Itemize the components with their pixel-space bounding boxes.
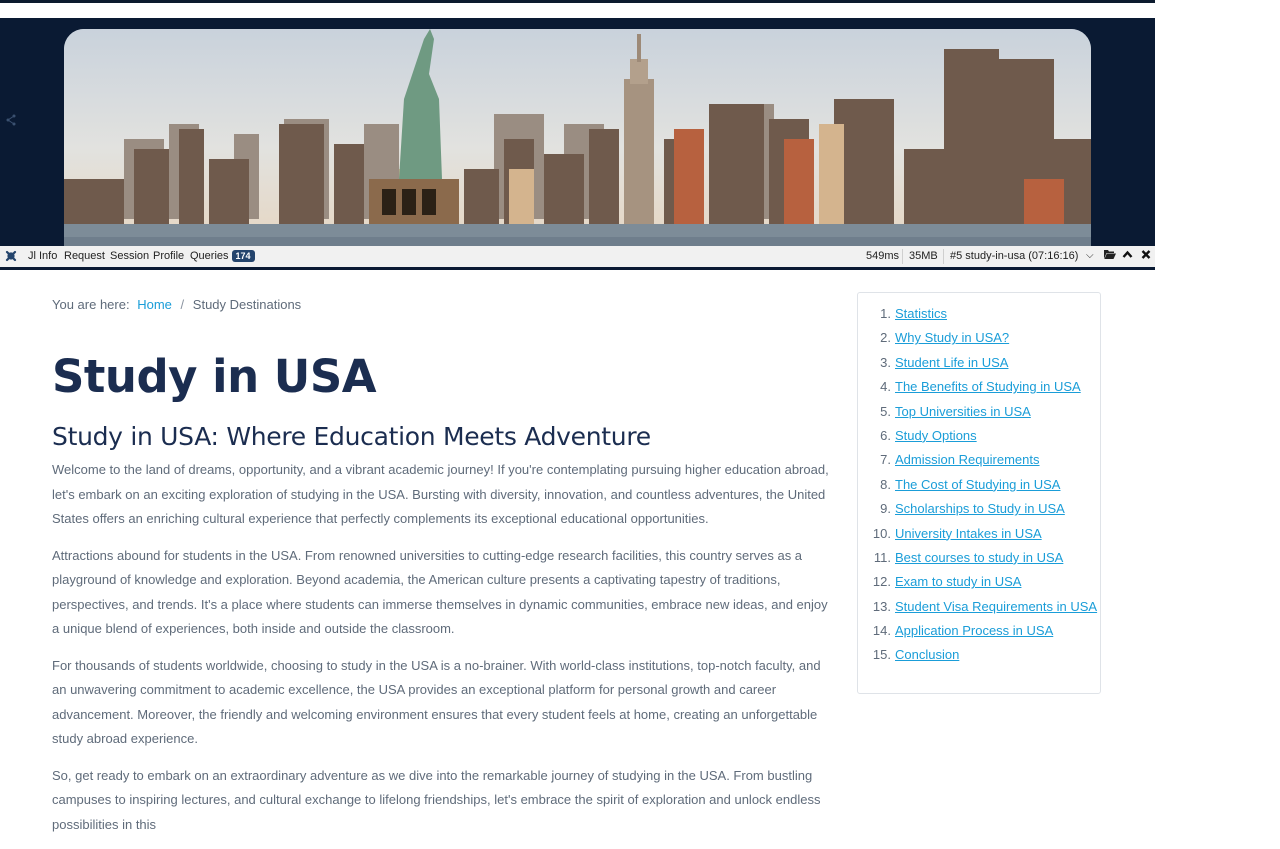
breadcrumb-current: Study Destinations [192, 297, 302, 312]
paragraph: Attractions abound for students in the U… [52, 547, 828, 637]
toc-item-number: 1. [880, 306, 891, 321]
toc-item-number: 11. [873, 549, 891, 565]
toc-link[interactable]: Application Process in USA [895, 623, 1053, 638]
toc-item-number: 4. [880, 379, 891, 395]
toc-item: 11. Best courses to study in USA [858, 550, 1100, 574]
paragraph: Welcome to the land of dreams, opportuni… [52, 462, 829, 526]
debug-tab-info[interactable]: Jl Info [28, 250, 57, 262]
toc-item: 13. Student Visa Requirements in USA [858, 599, 1100, 623]
toc-item-number: 7. [880, 452, 891, 468]
toc-item: 15. Conclusion [858, 647, 1100, 671]
toc-link[interactable]: Admission Requirements [895, 452, 1040, 467]
toc-item: 7. Admission Requirements [858, 452, 1100, 476]
top-border [0, 0, 1155, 3]
article-body: Welcome to the land of dreams, opportuni… [52, 458, 837, 849]
hero-header [0, 18, 1155, 246]
toc-item-number: 9. [880, 501, 891, 517]
toc-item-number: 14. [872, 623, 891, 639]
queries-count-badge: 174 [231, 250, 255, 262]
toc-link[interactable]: The Benefits of Studying in USA [895, 379, 1081, 394]
toc-link[interactable]: Best courses to study in USA [895, 550, 1063, 565]
toc-item: 2. Why Study in USA? [858, 330, 1100, 354]
toc-item: 4. The Benefits of Studying in USA [858, 379, 1100, 403]
breadcrumb-prefix: You are here: [52, 297, 130, 312]
toc-link[interactable]: Student Visa Requirements in USA [895, 599, 1097, 614]
page-title: Study in USA [52, 350, 377, 403]
toc-item-number: 5. [880, 403, 891, 419]
toc-item: 5. Top Universities in USA [858, 404, 1100, 428]
close-icon[interactable] [1141, 249, 1151, 263]
folder-open-icon[interactable] [1104, 249, 1116, 263]
toc-item-number: 3. [880, 354, 891, 370]
toc-item-number: 15. [872, 647, 891, 663]
share-icon[interactable] [6, 114, 18, 128]
chevron-up-icon[interactable] [1122, 249, 1133, 263]
debug-toolbar: Jl Info Request Session Profile Queries 1… [0, 246, 1155, 270]
toc-item: 1. Statistics [858, 306, 1100, 330]
debug-request-select[interactable]: #5 study-in-usa (07:16:16) [950, 250, 1078, 262]
toc-link[interactable]: Exam to study in USA [895, 574, 1021, 589]
toc-link[interactable]: Student Life in USA [895, 355, 1008, 370]
chevron-down-icon[interactable]: ⌵ [1086, 250, 1094, 261]
breadcrumb-separator: / [180, 297, 185, 312]
toc-link[interactable]: Conclusion [895, 647, 959, 662]
toc-item-number: 8. [880, 476, 891, 492]
toc-item-number: 6. [880, 427, 891, 443]
toc-link[interactable]: Statistics [895, 306, 947, 321]
toc-link[interactable]: University Intakes in USA [895, 526, 1042, 541]
divider [902, 249, 903, 264]
breadcrumb-home-link[interactable]: Home [137, 297, 172, 312]
debug-tab-request[interactable]: Request [64, 250, 105, 262]
toc-link[interactable]: Study Options [895, 428, 977, 443]
toc-link[interactable]: Why Study in USA? [895, 330, 1009, 345]
debug-tab-session[interactable]: Session [110, 250, 149, 262]
toc-item-number: 12. [872, 574, 891, 590]
paragraph: For thousands of students worldwide, cho… [52, 657, 821, 747]
toc-link[interactable]: Scholarships to Study in USA [895, 501, 1065, 516]
toc-item: 9. Scholarships to Study in USA [858, 501, 1100, 525]
divider [943, 249, 944, 264]
banner-image-new-york-skyline [64, 29, 1091, 246]
table-of-contents: 1. Statistics 2. Why Study in USA? 3. Stude… [857, 292, 1101, 694]
toc-item-number: 2. [880, 330, 891, 346]
debug-tab-queries-label: Queries [190, 250, 229, 262]
debug-time: 549ms [866, 250, 900, 262]
debug-memory: 35MB [909, 250, 938, 262]
debug-tab-queries[interactable]: Queries 174 [190, 250, 255, 262]
breadcrumb: You are here: Home / Study Destinations [52, 297, 301, 312]
toc-item: 6. Study Options [858, 428, 1100, 452]
toc-item: 3. Student Life in USA [858, 355, 1100, 379]
page-subtitle: Study in USA: Where Education Meets Adve… [52, 422, 651, 451]
toc-list: 1. Statistics 2. Why Study in USA? 3. Stude… [858, 293, 1100, 672]
toc-item-number: 10. [872, 525, 891, 541]
joomla-logo-icon[interactable] [4, 249, 18, 263]
toc-item: 12. Exam to study in USA [858, 574, 1100, 598]
toc-item-number: 13. [872, 598, 891, 614]
paragraph: So, get ready to embark on an extraordin… [52, 767, 821, 832]
toc-item: 10. University Intakes in USA [858, 526, 1100, 550]
toc-link[interactable]: Top Universities in USA [895, 404, 1031, 419]
toc-item: 8. The Cost of Studying in USA [858, 477, 1100, 501]
toc-link[interactable]: The Cost of Studying in USA [895, 477, 1060, 492]
toc-item: 14. Application Process in USA [858, 623, 1100, 647]
debug-tab-profile[interactable]: Profile [153, 250, 184, 262]
